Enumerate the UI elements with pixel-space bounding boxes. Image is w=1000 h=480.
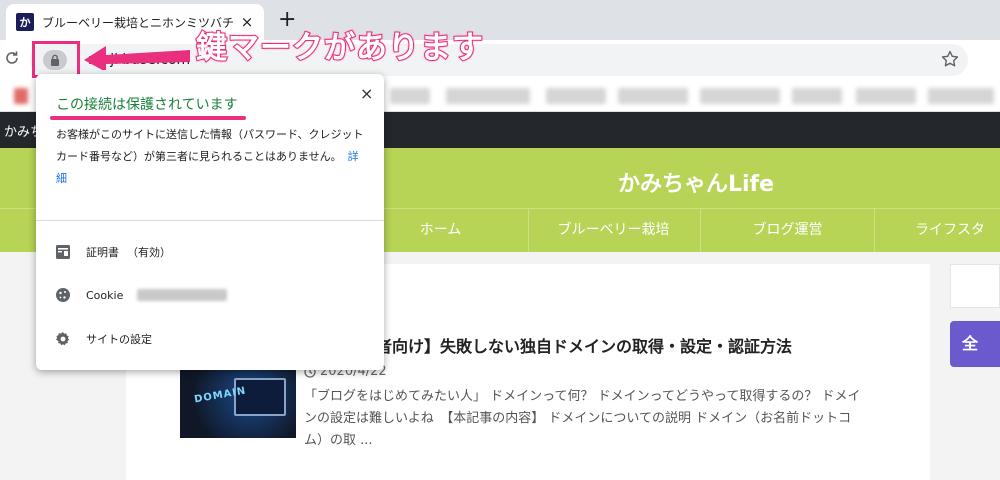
annotation-text: 鍵マークがあります bbox=[195, 29, 484, 67]
bookmark-item[interactable] bbox=[446, 88, 530, 104]
certificate-row[interactable]: 証明書 （有効） bbox=[54, 242, 171, 262]
site-favicon: か bbox=[16, 13, 34, 31]
site-settings-label: サイトの設定 bbox=[86, 333, 152, 346]
sidebar-button[interactable]: 全 bbox=[950, 321, 1000, 367]
article-title[interactable]: 初心者向け】失敗しない独自ドメインの取得・設定・認証方法 bbox=[344, 333, 792, 357]
cookie-row[interactable]: Cookie bbox=[54, 285, 228, 305]
bookmark-item[interactable] bbox=[14, 88, 28, 104]
popup-divider bbox=[36, 220, 384, 221]
lock-icon bbox=[51, 54, 59, 66]
heading-highlight bbox=[50, 116, 246, 120]
popup-close-button[interactable]: × bbox=[360, 84, 373, 103]
article-excerpt: 「ブログをはじめてみたい人」 ドメインって何？ ドメインってどうやって取得するの… bbox=[304, 389, 861, 448]
annotation-arrow bbox=[84, 46, 190, 70]
certificate-label: 証明書 bbox=[86, 246, 119, 259]
cookie-count-redacted bbox=[137, 289, 228, 301]
bookmark-star-icon[interactable] bbox=[940, 49, 960, 69]
nav-item-blueberry[interactable]: ブルーベリー栽培 bbox=[528, 208, 698, 252]
popup-description: お客様がこのサイトに送信した情報（パスワード、クレジット カード番号など）が第三… bbox=[56, 124, 366, 190]
popup-heading: この接続は保護されています bbox=[56, 97, 238, 113]
article-thumbnail[interactable]: DOMAIN bbox=[180, 368, 296, 438]
nav-item-lifestyle[interactable]: ライフスタ bbox=[874, 208, 1000, 252]
bookmark-item[interactable] bbox=[792, 88, 842, 104]
popup-description-text: お客様がこのサイトに送信した情報（パスワード、クレジット カード番号など）が第三… bbox=[56, 128, 364, 163]
reload-icon[interactable] bbox=[4, 50, 20, 66]
cookie-label: Cookie bbox=[86, 288, 124, 302]
sidebar-search[interactable] bbox=[950, 264, 1000, 308]
nav-item-blog[interactable]: ブログ運営 bbox=[700, 208, 874, 252]
gear-icon bbox=[54, 330, 72, 348]
certificate-status: （有効） bbox=[127, 246, 171, 259]
bookmark-item[interactable] bbox=[546, 88, 606, 104]
bookmark-item[interactable] bbox=[618, 88, 688, 104]
bookmark-item[interactable] bbox=[928, 88, 994, 104]
certificate-icon bbox=[54, 243, 72, 261]
site-settings-row[interactable]: サイトの設定 bbox=[54, 329, 152, 349]
site-security-popup: × この接続は保護されています お客様がこのサイトに送信した情報（パスワード、ク… bbox=[36, 74, 384, 370]
cookie-icon bbox=[54, 286, 72, 304]
bookmark-item[interactable] bbox=[700, 88, 780, 104]
bookmark-item[interactable] bbox=[856, 88, 916, 104]
nav-item-home[interactable]: ホーム bbox=[370, 208, 510, 252]
site-info-button[interactable] bbox=[43, 50, 67, 70]
site-title[interactable]: かみちゃんLife bbox=[618, 166, 774, 198]
lock-highlight bbox=[32, 41, 80, 78]
bookmark-item[interactable] bbox=[390, 88, 430, 104]
